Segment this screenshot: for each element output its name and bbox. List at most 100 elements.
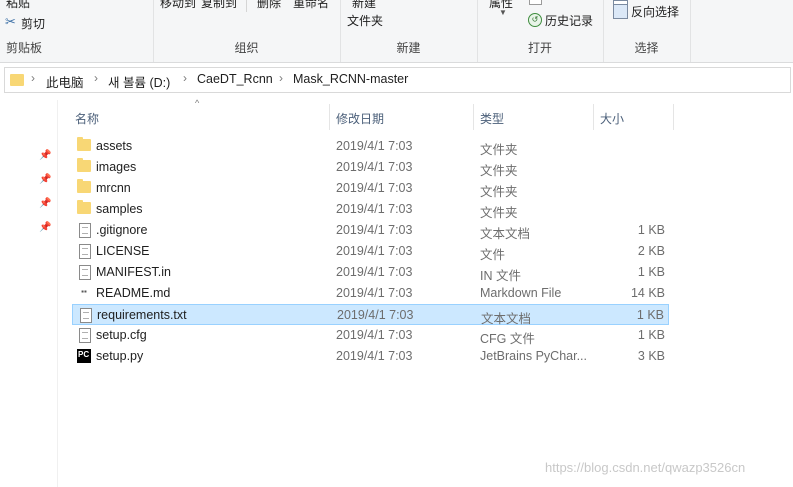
file-type: 文件夹 [480,206,518,220]
file-name: LICENSE [96,244,150,258]
file-date: 2019/4/1 7:03 [336,181,413,195]
file-name: setup.cfg [96,328,147,342]
file-icon [79,244,91,259]
pin-icon[interactable]: 📌 [39,198,51,209]
file-name: README.md [96,286,171,300]
group-label-clipboard: 剪贴板 [6,41,43,55]
ribbon-group-new: 新建 文件夹 新建 [340,0,478,62]
column-header-name[interactable]: 名称 [70,104,329,130]
file-type: JetBrains PyChar... [480,349,587,363]
address-bar[interactable]: › 此电脑 › 새 볼륨 (D:) › CaeDT_Rcnn › Mask_RC… [4,67,791,93]
watermark: https://blog.csdn.net/qwazp3526cn [545,460,746,475]
file-row[interactable]: MANIFEST.in 2019/4/1 7:03 IN 文件 1 KB [72,262,669,283]
text-file-icon [80,308,92,323]
file-date: 2019/4/1 7:03 [336,349,413,363]
file-size: 14 KB [630,286,665,300]
file-row[interactable]: PC setup.py 2019/4/1 7:03 JetBrains PyChar.… [72,346,669,367]
file-date: 2019/4/1 7:03 [336,244,413,258]
markdown-file-icon: ▪▪ [81,287,87,296]
file-size: 2 KB [637,244,665,258]
chevron-down-icon[interactable]: ▼ [499,8,507,17]
ribbon-group-open: 属性 ▼ ↺ 历史记录 打开 [477,0,604,62]
file-type: 文本文档 [480,227,531,241]
group-label-select: 选择 [634,41,659,55]
copy-to-button[interactable]: 复制到 [201,0,237,11]
file-date: 2019/4/1 7:03 [336,286,413,300]
folder-icon [77,158,91,172]
chevron-right-icon[interactable]: › [31,71,35,85]
ribbon-group-organize: 移动到 复制到 删除 重命名 组织 [153,0,341,62]
invert-selection-button[interactable]: 反向选择 [631,3,679,20]
file-row[interactable]: requirements.txt 2019/4/1 7:03 文本文档 1 KB [72,304,669,326]
file-row[interactable]: ▪▪ README.md 2019/4/1 7:03 Markdown File 14 … [72,283,669,304]
file-name: .gitignore [96,223,148,237]
rename-button[interactable]: 重命名 [293,0,329,11]
history-icon: ↺ [528,13,542,27]
folder-icon [77,200,91,214]
file-date: 2019/4/1 7:03 [336,160,413,174]
chevron-right-icon[interactable]: › [94,71,98,85]
chevron-right-icon[interactable]: › [279,71,283,85]
file-icon [79,328,91,343]
column-label: 名称 [75,112,100,126]
breadcrumb-current[interactable]: Mask_RCNN-master [293,72,408,86]
file-size: 1 KB [637,265,665,279]
file-row[interactable]: assets 2019/4/1 7:03 文件夹 [72,136,669,157]
file-row[interactable]: .gitignore 2019/4/1 7:03 文本文档 1 KB [72,220,669,241]
file-name: images [96,160,137,174]
file-row[interactable]: setup.cfg 2019/4/1 7:03 CFG 文件 1 KB [72,325,669,346]
column-label: 大小 [600,112,625,126]
file-size: 1 KB [637,328,665,342]
file-date: 2019/4/1 7:03 [336,202,413,216]
file-name: assets [96,139,133,153]
divider [246,0,247,12]
new-folder-button[interactable]: 文件夹 [347,12,383,29]
breadcrumb-drive[interactable]: 새 볼륨 (D:) [108,72,170,91]
folder-icon [77,137,91,151]
file-row[interactable]: mrcnn 2019/4/1 7:03 文件夹 [72,178,669,199]
column-header-date[interactable]: 修改日期 [330,104,473,130]
file-date: 2019/4/1 7:03 [336,139,413,153]
folder-icon [77,179,91,193]
ribbon: 粘贴 ✂ 剪切 剪贴板 移动到 复制到 删除 重命名 组织 新建 文件夹 新建 … [0,0,793,63]
file-type: 文件夹 [480,143,518,157]
column-label: 修改日期 [336,112,385,126]
breadcrumb-this-pc[interactable]: 此电脑 [46,72,84,91]
ribbon-group-select: 反向选择 选择 [603,0,691,62]
file-row[interactable]: samples 2019/4/1 7:03 文件夹 [72,199,669,220]
chevron-right-icon[interactable]: › [183,71,187,85]
file-name: setup.py [96,349,144,363]
file-row[interactable]: LICENSE 2019/4/1 7:03 文件 2 KB [72,241,669,262]
scissors-icon: ✂ [5,14,16,29]
file-date: 2019/4/1 7:03 [337,308,414,322]
text-file-icon [79,223,91,238]
file-date: 2019/4/1 7:03 [336,265,413,279]
file-date: 2019/4/1 7:03 [336,328,413,342]
move-to-button[interactable]: 移动到 [160,0,196,11]
column-divider[interactable] [673,104,674,130]
delete-button[interactable]: 删除 [257,0,281,11]
file-size: 1 KB [637,223,665,237]
ribbon-group-clipboard: 粘贴 ✂ 剪切 剪贴板 [0,0,154,62]
file-row[interactable]: images 2019/4/1 7:03 文件夹 [72,157,669,178]
column-header-type[interactable]: 类型 [474,104,593,130]
cut-button[interactable]: 剪切 [21,15,45,32]
breadcrumb-folder[interactable]: CaeDT_Rcnn [197,72,273,86]
file-type: 文件夹 [480,185,518,199]
new-folder-line1[interactable]: 新建 [352,0,376,11]
pin-icon[interactable]: 📌 [39,150,51,161]
group-label-open: 打开 [527,41,552,55]
pin-icon[interactable]: 📌 [39,222,51,233]
file-type: 文件夹 [480,164,518,178]
column-header-size[interactable]: 大小 [594,104,673,130]
folder-icon [10,74,24,86]
file-icon [79,265,91,280]
navigation-pane[interactable]: 📌 📌 📌 📌 [0,100,58,487]
column-label: 类型 [480,112,505,126]
paste-button[interactable]: 粘贴 [6,0,30,11]
pin-icon[interactable]: 📌 [39,174,51,185]
file-size: 1 KB [636,308,664,322]
group-label-new: 新建 [396,41,421,55]
file-size: 3 KB [637,349,665,363]
history-button[interactable]: 历史记录 [545,12,593,29]
